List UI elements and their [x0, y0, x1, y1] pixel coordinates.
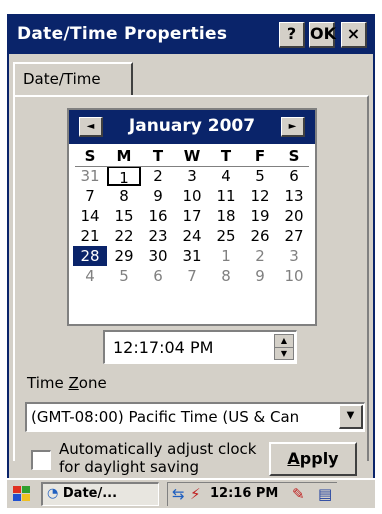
- desktop-icon[interactable]: ▤: [318, 485, 332, 503]
- left-arrow-icon: ◄: [86, 121, 95, 132]
- calendar-day[interactable]: 22: [107, 226, 141, 246]
- time-zone-label: Time Zone: [27, 374, 107, 392]
- calendar-day[interactable]: 8: [107, 186, 141, 206]
- calendar-week-row: 4 5 6 7 8 9 10: [73, 266, 311, 286]
- calendar-week-row: 7 8 9 10 11 12 13: [73, 186, 311, 206]
- calendar-day[interactable]: 16: [141, 206, 175, 226]
- calendar-day[interactable]: 24: [175, 226, 209, 246]
- calendar-day[interactable]: 14: [73, 206, 107, 226]
- close-button[interactable]: ×: [341, 22, 367, 48]
- calendar-day[interactable]: 4: [209, 166, 243, 186]
- title-bar: Date/Time Properties ? OK ×: [9, 16, 373, 54]
- spin-down-button[interactable]: ▼: [275, 348, 293, 360]
- calendar-week-row: 21 22 23 24 25 26 27: [73, 226, 311, 246]
- calendar-day[interactable]: 31: [175, 246, 209, 266]
- battery-power-icon[interactable]: ⚡: [190, 485, 201, 503]
- calendar-day[interactable]: 5: [107, 266, 141, 286]
- calendar-day[interactable]: 12: [243, 186, 277, 206]
- calendar-day[interactable]: 23: [141, 226, 175, 246]
- start-button[interactable]: [11, 484, 37, 504]
- down-arrow-icon: ▼: [280, 349, 288, 358]
- calendar-day[interactable]: 2: [243, 246, 277, 266]
- clock-app-icon: ◔: [47, 486, 59, 501]
- time-spinner[interactable]: ▲ ▼: [274, 334, 294, 360]
- weekday-label: T: [220, 147, 232, 165]
- calendar-day[interactable]: 26: [243, 226, 277, 246]
- prev-month-button[interactable]: ◄: [79, 117, 103, 137]
- ok-button[interactable]: OK: [309, 22, 336, 48]
- windows-flag-icon: [13, 486, 30, 501]
- calendar-day[interactable]: 9: [243, 266, 277, 286]
- month-calendar: ◄ January 2007 ► S M T W T F S 31 1 2 3 4 5 6 7…: [67, 108, 317, 326]
- calendar-day[interactable]: 15: [107, 206, 141, 226]
- calendar-day[interactable]: 13: [277, 186, 311, 206]
- tray-clock[interactable]: 12:16 PM: [210, 486, 278, 501]
- calendar-day[interactable]: 11: [209, 186, 243, 206]
- calendar-day[interactable]: 4: [73, 266, 107, 286]
- calendar-day[interactable]: 3: [175, 166, 209, 186]
- calendar-day[interactable]: 5: [243, 166, 277, 186]
- calendar-day[interactable]: 7: [175, 266, 209, 286]
- time-zone-value[interactable]: (GMT-08:00) Pacific Time (US & Can: [31, 408, 337, 426]
- right-arrow-icon: ►: [288, 121, 297, 132]
- tab-date-time[interactable]: Date/Time: [13, 62, 133, 96]
- calendar-day[interactable]: 19: [243, 206, 277, 226]
- calendar-day[interactable]: 18: [209, 206, 243, 226]
- calendar-day[interactable]: 21: [73, 226, 107, 246]
- weekday-label: S: [84, 147, 96, 165]
- weekday-label: S: [288, 147, 300, 165]
- daylight-saving-checkbox[interactable]: [31, 450, 51, 470]
- calendar-grid: S M T W T F S 31 1 2 3 4 5 6 7 8 9 10 11 12 13 14 15 16 1…: [73, 146, 311, 286]
- task-button-date-time[interactable]: ◔ Date/...: [41, 482, 159, 506]
- calendar-day[interactable]: 25: [209, 226, 243, 246]
- calendar-day[interactable]: 10: [277, 266, 311, 286]
- weekday-label: M: [116, 147, 132, 165]
- calendar-day[interactable]: 6: [277, 166, 311, 186]
- calendar-day[interactable]: 7: [73, 186, 107, 206]
- connection-icon[interactable]: ⇆: [172, 485, 185, 503]
- weekday-divider: [75, 166, 309, 167]
- apply-button[interactable]: Apply: [269, 442, 357, 476]
- window-title: Date/Time Properties: [17, 24, 228, 44]
- taskbar: ◔ Date/... ⇆ ⚡ 12:16 PM ✎ ▤: [7, 478, 375, 508]
- date-time-properties-window: Date/Time Properties ? OK × Date/Time ◄ …: [7, 14, 375, 500]
- calendar-day[interactable]: 6: [141, 266, 175, 286]
- calendar-day[interactable]: 2: [141, 166, 175, 186]
- spin-up-button[interactable]: ▲: [275, 335, 293, 348]
- system-tray: ⇆ ⚡ 12:16 PM ✎ ▤: [167, 482, 337, 506]
- calendar-day[interactable]: 31: [73, 166, 107, 186]
- calendar-day[interactable]: 1: [209, 246, 243, 266]
- up-arrow-icon: ▲: [280, 336, 288, 345]
- weekday-label: T: [152, 147, 164, 165]
- calendar-week-row: 14 15 16 17 18 19 20: [73, 206, 311, 226]
- time-picker[interactable]: 12:17:04 PM ▲ ▼: [103, 330, 297, 364]
- calendar-day[interactable]: 29: [107, 246, 141, 266]
- daylight-saving-label[interactable]: Automatically adjust clock for daylight …: [59, 440, 259, 476]
- month-year-label[interactable]: January 2007: [109, 116, 275, 136]
- time-zone-dropdown[interactable]: (GMT-08:00) Pacific Time (US & Can ▼: [25, 402, 365, 432]
- calendar-day[interactable]: 28: [73, 246, 107, 266]
- weekday-label: W: [183, 147, 201, 165]
- calendar-day[interactable]: 9: [141, 186, 175, 206]
- calendar-day[interactable]: 10: [175, 186, 209, 206]
- calendar-day[interactable]: 3: [277, 246, 311, 266]
- calendar-day[interactable]: 17: [175, 206, 209, 226]
- next-month-button[interactable]: ►: [281, 117, 305, 137]
- calendar-day[interactable]: 27: [277, 226, 311, 246]
- weekday-label: F: [254, 147, 266, 165]
- calendar-day[interactable]: 30: [141, 246, 175, 266]
- calendar-header: ◄ January 2007 ►: [69, 110, 315, 144]
- calendar-week-row: 28 29 30 31 1 2 3: [73, 246, 311, 266]
- chevron-down-icon: ▼: [346, 410, 355, 421]
- calendar-day[interactable]: 1: [107, 166, 141, 187]
- calendar-day[interactable]: 8: [209, 266, 243, 286]
- calendar-day[interactable]: 20: [277, 206, 311, 226]
- time-value[interactable]: 12:17:04 PM: [113, 338, 213, 357]
- weekday-row: S M T W T F S: [73, 146, 311, 166]
- help-button[interactable]: ?: [279, 22, 305, 48]
- dropdown-button[interactable]: ▼: [339, 405, 363, 429]
- calendar-week-row: 31 1 2 3 4 5 6: [73, 166, 311, 187]
- input-panel-icon[interactable]: ✎: [292, 485, 305, 503]
